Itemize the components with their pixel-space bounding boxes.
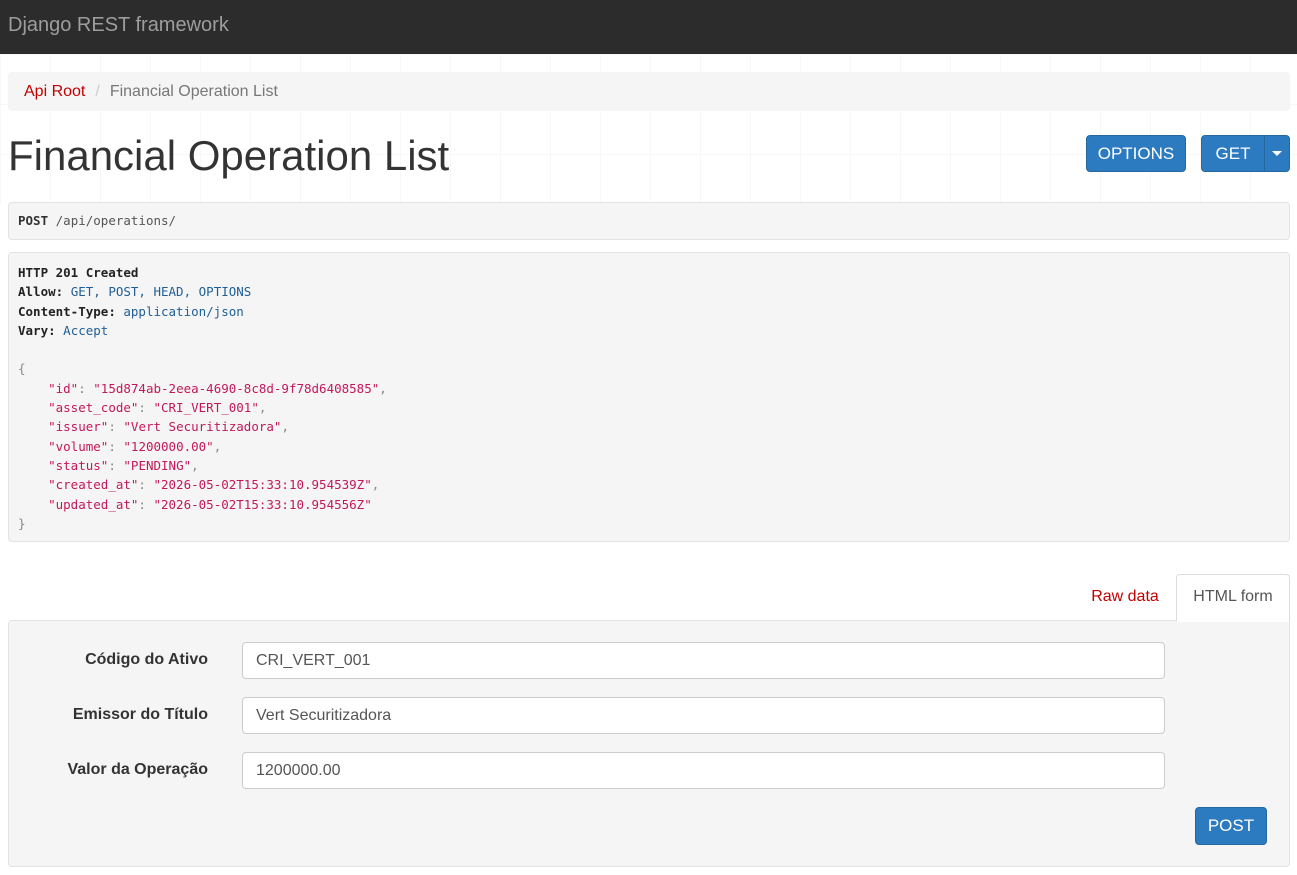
volume-label: Valor da Operação: [67, 761, 208, 778]
json-line: "id": "15d874ab-2eea-4690-8c8d-9f78d6408…: [48, 380, 387, 396]
volume-input[interactable]: [242, 752, 1165, 789]
tab-html-form[interactable]: HTML form: [1176, 574, 1290, 622]
navbar: Django REST framework: [0, 0, 1297, 54]
json-line: "asset_code": "CRI_VERT_001",: [48, 400, 267, 416]
json-line: "updated_at": "2026-05-02T15:33:10.95455…: [48, 496, 372, 512]
breadcrumb-separator: /: [95, 83, 100, 100]
json-line: "volume": "1200000.00",: [48, 438, 222, 454]
post-button[interactable]: POST: [1195, 807, 1267, 845]
response-status: HTTP 201 Created: [18, 265, 139, 280]
response-header: Content-Type: application/json: [18, 303, 244, 319]
issuer-label: Emissor do Título: [72, 706, 208, 723]
page-title: Financial Operation List: [8, 132, 450, 179]
tab-raw-data[interactable]: Raw data: [1075, 575, 1175, 620]
get-button-label[interactable]: GET: [1202, 136, 1264, 171]
response-header: Vary: Accept: [18, 322, 109, 338]
response-header: Allow: GET, POST, HEAD, OPTIONS: [18, 284, 252, 300]
json-line: "created_at": "2026-05-02T15:33:10.95453…: [48, 477, 380, 493]
brand-link[interactable]: Django REST framework: [8, 14, 229, 37]
response-blank-line: [18, 340, 1280, 359]
request-info: POST /api/operations/: [8, 202, 1290, 240]
response-info: HTTP 201 Created Allow: GET, POST, HEAD,…: [8, 252, 1290, 542]
breadcrumb-current: Financial Operation List: [109, 83, 278, 100]
json-open-brace: {: [18, 361, 26, 377]
json-line: "status": "PENDING",: [48, 457, 199, 473]
get-button[interactable]: GET: [1201, 135, 1290, 172]
breadcrumb: Api Root / Financial Operation List: [8, 72, 1290, 111]
caret-down-icon[interactable]: [1272, 151, 1282, 156]
request-method: POST: [18, 213, 49, 228]
asset-code-label: Código do Ativo: [85, 651, 208, 668]
issuer-input[interactable]: [242, 697, 1165, 734]
json-line: "issuer": "Vert Securitizadora",: [48, 419, 289, 435]
request-path: /api/operations/: [55, 213, 177, 228]
get-button-divider: [1264, 136, 1265, 171]
options-button[interactable]: OPTIONS: [1086, 135, 1186, 172]
json-close-brace: }: [18, 515, 26, 531]
asset-code-input[interactable]: [242, 642, 1165, 679]
breadcrumb-api-root[interactable]: Api Root: [24, 83, 85, 100]
